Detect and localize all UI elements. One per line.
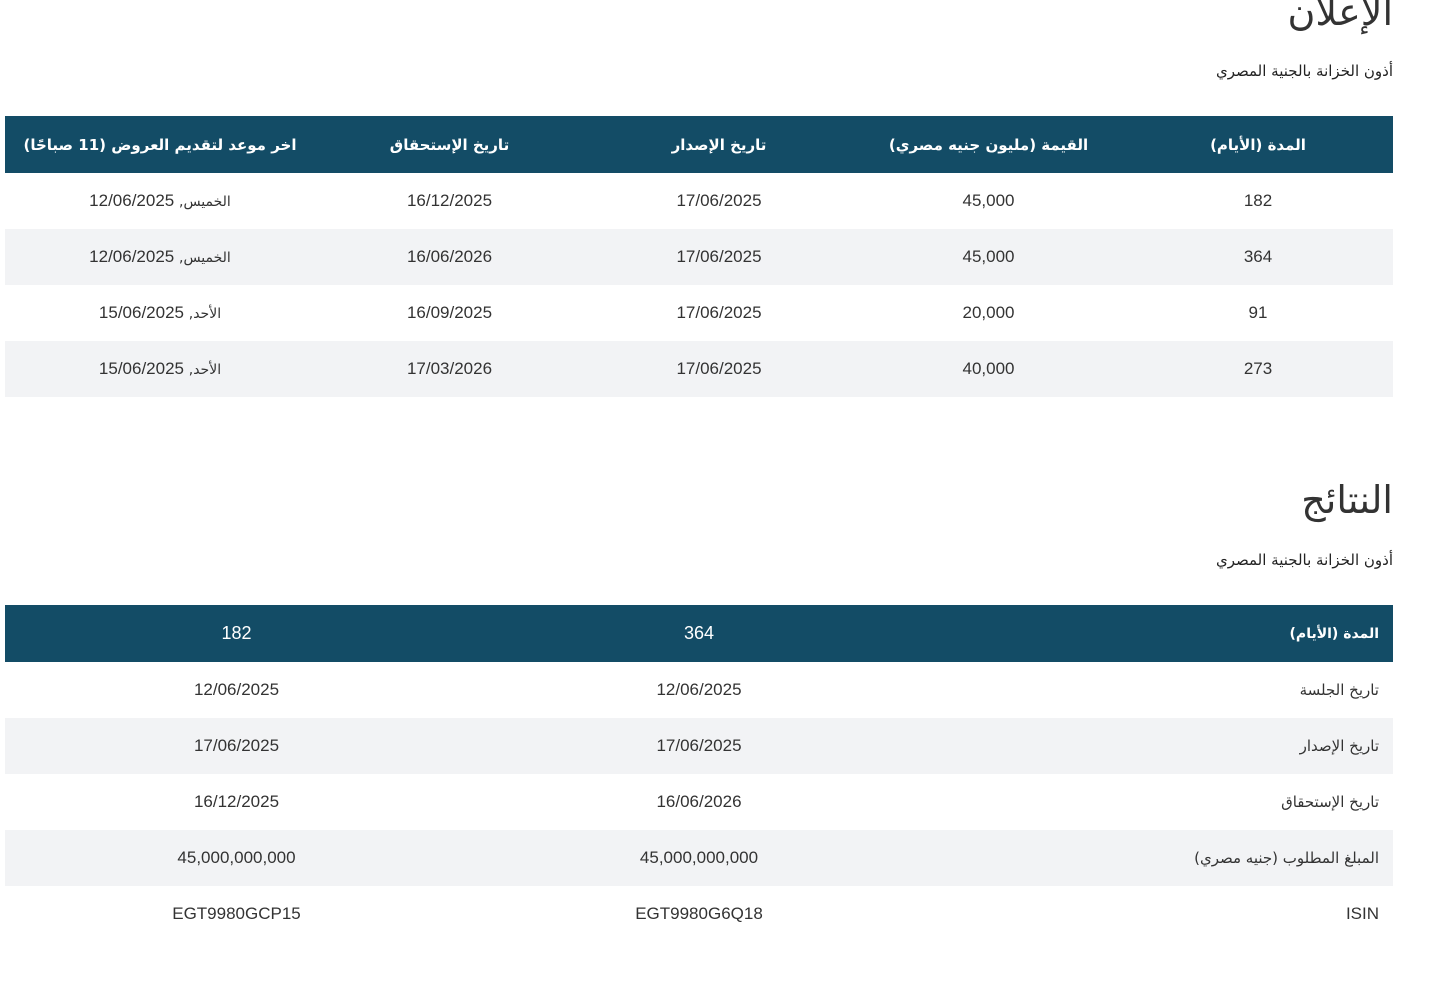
cell-issue-date: 17/06/2025	[584, 229, 854, 285]
cell-maturity-date: 16/06/2026	[315, 229, 584, 285]
announcement-table-wrap: المدة (الأيام) القيمة (مليون جنيه مصري) …	[5, 116, 1393, 397]
deadline-date: 12/06/2025	[89, 247, 175, 266]
cell-deadline: الأحد, 15/06/2025	[5, 341, 315, 397]
results-section: النتائج أذون الخزانة بالجنية المصري	[5, 476, 1393, 570]
cell-deadline: الخميس, 12/06/2025	[5, 173, 315, 229]
announcement-subtitle: أذون الخزانة بالجنية المصري	[1215, 62, 1393, 80]
deadline-day: الأحد,	[188, 306, 222, 322]
results-subtitle: أذون الخزانة بالجنية المصري	[1215, 551, 1393, 569]
results-table: المدة (الأيام) 364 182 تاريخ الجلسة 12/0…	[5, 605, 1393, 942]
row-label: ISIN	[1345, 904, 1379, 923]
header-tenor: المدة (الأيام)	[1123, 116, 1393, 173]
table-row: 273 40,000 17/06/2025 17/03/2026 الأحد, …	[5, 341, 1393, 397]
results-header-tenor-364: 364	[468, 605, 930, 662]
header-deadline: اخر موعد لتقديم العروض (11 صباحًا)	[5, 116, 315, 173]
deadline-date: 12/06/2025	[89, 191, 175, 210]
cell-182: 45,000,000,000	[5, 830, 468, 886]
row-label: تاريخ الإصدار	[930, 718, 1393, 774]
results-title: النتائج	[1301, 478, 1393, 522]
cell-182: 16/12/2025	[193, 792, 280, 811]
results-table-wrap: المدة (الأيام) 364 182 تاريخ الجلسة 12/0…	[5, 605, 1393, 942]
row-label: تاريخ الجلسة	[1299, 681, 1379, 699]
cell-tenor: 273	[1123, 341, 1393, 397]
cell-maturity-date: 16/09/2025	[406, 303, 493, 322]
header-amount: القيمة (مليون جنيه مصري)	[854, 116, 1123, 173]
results-header-row: المدة (الأيام) 364 182	[5, 605, 1393, 662]
cell-amount: 40,000	[854, 341, 1123, 397]
row-label: المبلغ المطلوب (جنيه مصري)	[930, 830, 1393, 886]
cell-issue-date: 17/06/2025	[584, 341, 854, 397]
deadline-day: الخميس,	[179, 194, 231, 210]
announcement-title: الإعلان	[1287, 0, 1393, 34]
table-row: تاريخ الجلسة 12/06/2025 12/06/2025	[5, 662, 1393, 718]
row-label: تاريخ الإستحقاق	[1281, 793, 1379, 811]
header-issue-date: تاريخ الإصدار	[584, 116, 854, 173]
table-row: 364 45,000 17/06/2025 16/06/2026 الخميس,…	[5, 229, 1393, 285]
cell-deadline: الأحد, 15/06/2025	[5, 285, 315, 341]
cell-182: 12/06/2025	[193, 680, 280, 699]
cell-tenor: 91	[1248, 303, 1268, 322]
cell-364: EGT9980G6Q18	[635, 904, 763, 923]
table-row: 182 45,000 17/06/2025 16/12/2025 الخميس,…	[5, 173, 1393, 229]
cell-maturity-date: 17/03/2026	[315, 341, 584, 397]
cell-issue-date: 17/06/2025	[676, 303, 762, 322]
cell-amount: 45,000	[854, 229, 1123, 285]
results-header-tenor-182: 182	[5, 605, 468, 662]
deadline-day: الخميس,	[179, 250, 231, 266]
cell-issue-date: 17/06/2025	[676, 191, 762, 210]
cell-amount: 20,000	[962, 303, 1015, 322]
cell-tenor: 364	[1123, 229, 1393, 285]
header-maturity-date: تاريخ الإستحقاق	[315, 116, 584, 173]
table-row: تاريخ الإستحقاق 16/06/2026 16/12/2025	[5, 774, 1393, 830]
cell-deadline: الخميس, 12/06/2025	[5, 229, 315, 285]
cell-tenor: 182	[1243, 191, 1273, 210]
announcement-header-row: المدة (الأيام) القيمة (مليون جنيه مصري) …	[5, 116, 1393, 173]
table-row: ISIN EGT9980G6Q18 EGT9980GCP15	[5, 886, 1393, 942]
cell-amount: 45,000	[962, 191, 1015, 210]
cell-maturity-date: 16/12/2025	[406, 191, 493, 210]
table-row: تاريخ الإصدار 17/06/2025 17/06/2025	[5, 718, 1393, 774]
table-row: المبلغ المطلوب (جنيه مصري) 45,000,000,00…	[5, 830, 1393, 886]
deadline-day: الأحد,	[188, 362, 222, 378]
cell-182: 17/06/2025	[5, 718, 468, 774]
deadline-date: 15/06/2025	[98, 359, 185, 378]
cell-364: 16/06/2026	[656, 792, 742, 811]
cell-182: EGT9980GCP15	[172, 904, 301, 923]
announcement-section: الإعلان أذون الخزانة بالجنية المصري	[5, 0, 1393, 81]
cell-364: 45,000,000,000	[468, 830, 930, 886]
table-row: 91 20,000 17/06/2025 16/09/2025 الأحد, 1…	[5, 285, 1393, 341]
cell-364: 12/06/2025	[656, 680, 742, 699]
results-header-tenor-label: المدة (الأيام)	[930, 605, 1393, 662]
deadline-date: 15/06/2025	[98, 303, 185, 322]
announcement-table: المدة (الأيام) القيمة (مليون جنيه مصري) …	[5, 116, 1393, 397]
cell-364: 17/06/2025	[468, 718, 930, 774]
